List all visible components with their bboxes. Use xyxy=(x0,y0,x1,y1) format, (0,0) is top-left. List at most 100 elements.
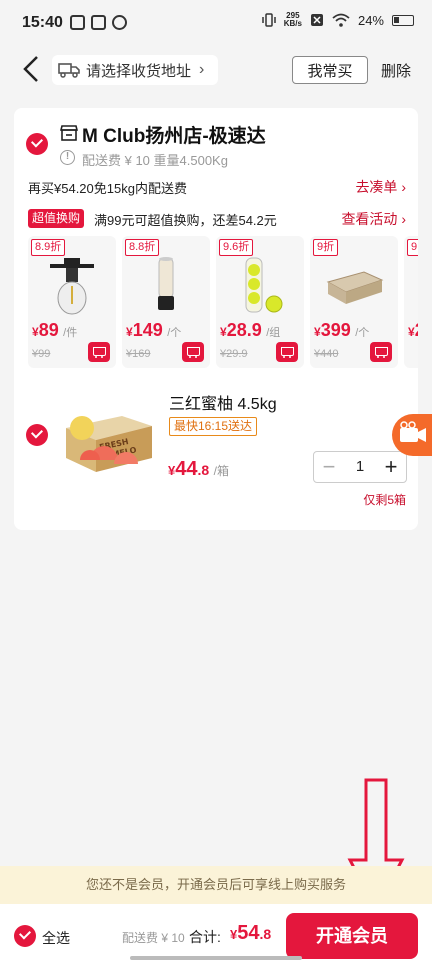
net-speed-unit: KB/s xyxy=(283,19,302,28)
price-value: 399 xyxy=(320,320,351,340)
price-unit: /箱 xyxy=(213,464,229,478)
quantity-value[interactable]: 1 xyxy=(344,452,376,482)
price-value: 2 xyxy=(415,320,418,340)
currency-symbol: ¥ xyxy=(220,325,227,339)
discount-badge: 9.6折 xyxy=(219,239,254,256)
exchange-product-card[interactable]: 9折 ¥399 /个 ¥440 xyxy=(310,236,398,368)
original-price: ¥99 xyxy=(32,348,51,360)
product-price: ¥149 /个 xyxy=(126,320,181,341)
price-decimal: .8 xyxy=(197,462,210,478)
quantity-plus-button[interactable]: + xyxy=(376,452,406,482)
original-price: ¥29.9 xyxy=(220,348,248,360)
open-membership-button[interactable]: 开通会员 xyxy=(286,913,418,959)
price-value: 28.9 xyxy=(226,320,262,340)
item-title[interactable]: 三红蜜柚 4.5kg xyxy=(169,390,277,414)
battery-icon xyxy=(392,14,414,26)
select-all-label[interactable]: 全选 xyxy=(42,928,70,948)
total-integer: 54 xyxy=(237,922,260,944)
status-bar: 15:40 295 KB/s 24% xyxy=(0,0,432,40)
back-arrow-icon[interactable] xyxy=(20,54,44,84)
currency-symbol: ¥ xyxy=(126,325,133,339)
exchange-product-card[interactable]: 9.6折 ¥28.9 /组 ¥29.9 xyxy=(216,236,304,368)
flashlight-icon xyxy=(158,257,174,310)
status-notification-icons xyxy=(70,15,127,30)
status-time: 15:40 xyxy=(22,14,63,31)
item-select-checkbox[interactable] xyxy=(26,424,48,446)
app-notification-icon xyxy=(70,15,85,30)
add-to-cart-icon[interactable] xyxy=(182,342,204,362)
discount-badge: 8.9折 xyxy=(31,239,66,256)
delete-button[interactable]: 删除 xyxy=(381,60,411,81)
price-unit: /个 xyxy=(355,327,370,339)
price-value: 89 xyxy=(38,320,59,340)
store-icon xyxy=(60,125,78,141)
battery-percent: 24% xyxy=(357,12,384,28)
view-activity-link[interactable]: 查看活动 › xyxy=(341,209,406,229)
quantity-minus-button[interactable]: − xyxy=(314,452,344,482)
status-right: 295 KB/s 24% xyxy=(261,12,414,28)
exchange-product-card[interactable]: 9 ¥2 xyxy=(404,236,418,368)
discount-badge: 9折 xyxy=(313,239,339,256)
discount-badge: 8.8折 xyxy=(125,239,160,256)
sim-icon xyxy=(310,14,323,26)
free-shipping-text: 再买¥54.20免15kg内配送费 xyxy=(28,181,187,196)
video-camera-icon xyxy=(400,421,426,442)
product-price: ¥399 /个 xyxy=(314,320,369,341)
store-name: M Club扬州店-极速达 xyxy=(82,126,266,147)
exchange-product-card[interactable]: 8.8折 ¥149 /个 ¥169 xyxy=(122,236,210,368)
delivery-fee: 配送费 ¥ 10 xyxy=(122,931,185,945)
currency-symbol: ¥ xyxy=(32,325,39,339)
delivery-info: 配送费 ¥ 10 重量4.500Kg xyxy=(82,153,228,168)
air-mattress-icon xyxy=(326,271,384,304)
stock-remaining: 仅剩5箱 xyxy=(363,493,406,507)
info-icon[interactable]: ! xyxy=(60,150,75,165)
product-price: ¥2 xyxy=(408,320,418,341)
delivery-time-tag: 最快16:15送达 xyxy=(169,417,258,436)
address-placeholder: 请选择收货地址 xyxy=(86,62,192,80)
product-price: ¥89 /件 xyxy=(32,320,77,341)
add-to-cart-icon[interactable] xyxy=(88,342,110,362)
price-integer: 44 xyxy=(175,458,198,480)
exchange-product-card[interactable]: 8.9折 ¥89 /件 ¥99 xyxy=(28,236,116,368)
exchange-products-row: 8.9折 ¥89 /件 ¥99 8.8折 ¥149 /个 ¥169 9.6折 ¥… xyxy=(28,236,418,368)
add-to-cart-icon[interactable] xyxy=(370,342,392,362)
original-price: ¥440 xyxy=(314,348,339,360)
go-order-link[interactable]: 去凑单 › xyxy=(355,177,406,197)
tennis-balls-icon xyxy=(245,257,283,313)
original-price: ¥169 xyxy=(126,348,151,360)
total-label: 合计: xyxy=(189,929,221,945)
net-speed: 295 KB/s xyxy=(284,12,302,28)
currency-symbol: ¥ xyxy=(408,325,415,339)
item-price: ¥44.8 /箱 xyxy=(168,458,229,481)
select-all-checkbox[interactable] xyxy=(14,925,36,947)
address-selector[interactable]: 请选择收货地址 › xyxy=(52,55,218,85)
price-unit: /件 xyxy=(63,327,78,339)
member-notice: 您还不是会员，开通会员后可享线上购买服务 xyxy=(0,866,432,904)
add-to-cart-icon[interactable] xyxy=(276,342,298,362)
exchange-text: 满99元可超值换购，还差54.2元 xyxy=(94,213,277,228)
currency-symbol: ¥ xyxy=(314,325,321,339)
floating-video-button[interactable] xyxy=(392,414,432,456)
store-cart-card: M Club扬州店-极速达 ! 配送费 ¥ 10 重量4.500Kg 再买¥54… xyxy=(14,108,418,530)
light-bulb-icon xyxy=(50,258,94,315)
bottom-bar: 全选 配送费 ¥ 10 合计: ¥54.8 开通会员 xyxy=(0,904,432,964)
price-value: 149 xyxy=(132,320,163,340)
wifi-icon xyxy=(332,13,350,27)
truck-icon xyxy=(58,63,80,78)
total-decimal: .8 xyxy=(259,926,272,942)
chevron-right-icon: › xyxy=(199,61,205,78)
discount-badge: 9 xyxy=(407,239,418,256)
price-unit: /个 xyxy=(167,327,182,339)
pomelo-box-image: FRESH POMELO xyxy=(66,416,152,472)
message-notification-icon xyxy=(91,15,106,30)
product-price: ¥28.9 /组 xyxy=(220,320,280,341)
link-notification-icon xyxy=(112,15,127,30)
exchange-tag: 超值换购 xyxy=(28,209,85,228)
price-unit: /组 xyxy=(266,327,281,339)
vibrate-icon xyxy=(261,13,276,27)
home-indicator[interactable] xyxy=(130,956,302,960)
header: 请选择收货地址 › 我常买 删除 xyxy=(0,48,432,92)
store-select-checkbox[interactable] xyxy=(26,133,48,155)
total-price: ¥54.8 xyxy=(230,922,271,945)
often-buy-button[interactable]: 我常买 xyxy=(292,56,368,84)
